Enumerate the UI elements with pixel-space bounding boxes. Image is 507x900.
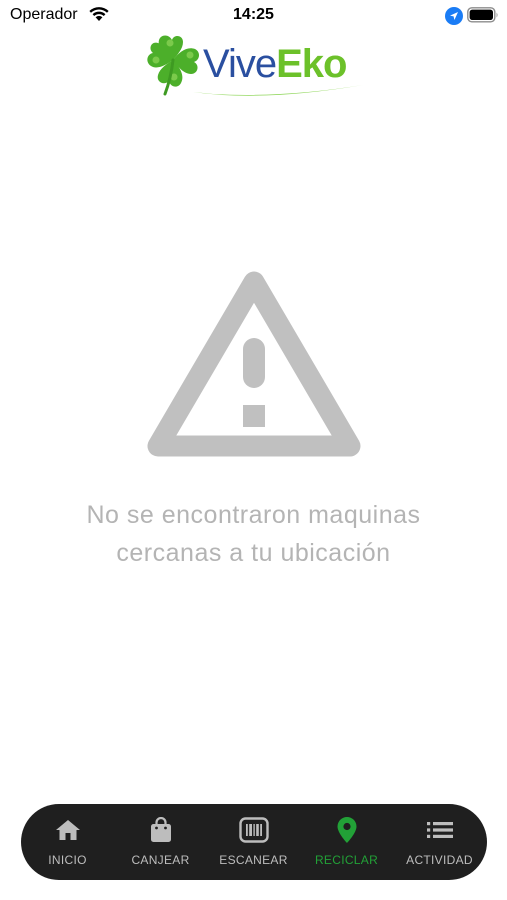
shopping-bag-icon — [114, 816, 207, 844]
tab-canjear[interactable]: CANJEAR — [114, 804, 207, 880]
tab-label-canjear: CANJEAR — [131, 853, 190, 867]
warning-triangle-icon — [147, 271, 361, 457]
tab-escanear[interactable]: ESCANEAR — [207, 804, 300, 880]
status-time: 14:25 — [233, 6, 274, 23]
location-arrow-icon — [445, 7, 463, 30]
bottom-tab-bar: INICIO CANJEAR ESCANEAR RECICLAR ACTIVID… — [21, 804, 487, 880]
tab-label-escanear: ESCANEAR — [219, 853, 288, 867]
battery-icon — [467, 7, 499, 28]
tab-label-actividad: ACTIVIDAD — [406, 853, 473, 867]
tab-actividad[interactable]: ACTIVIDAD — [393, 804, 486, 880]
logo-swoosh — [193, 85, 363, 96]
app-logo: ViveEko — [143, 30, 365, 102]
tab-label-inicio: INICIO — [48, 853, 87, 867]
barcode-scan-icon — [207, 816, 300, 844]
tab-reciclar[interactable]: RECICLAR — [300, 804, 393, 880]
empty-message: No se encontraron maquinas cercanas a tu… — [0, 496, 507, 572]
status-bar: Operador 14:25 — [0, 0, 507, 32]
home-icon — [21, 816, 114, 844]
tab-label-reciclar: RECICLAR — [314, 853, 379, 867]
map-pin-icon — [300, 816, 393, 844]
empty-message-line-2: cercanas a tu ubicación — [116, 539, 391, 567]
empty-message-line-1: No se encontraron maquinas — [86, 501, 421, 529]
tab-inicio[interactable]: INICIO — [21, 804, 114, 880]
list-icon — [393, 816, 486, 844]
